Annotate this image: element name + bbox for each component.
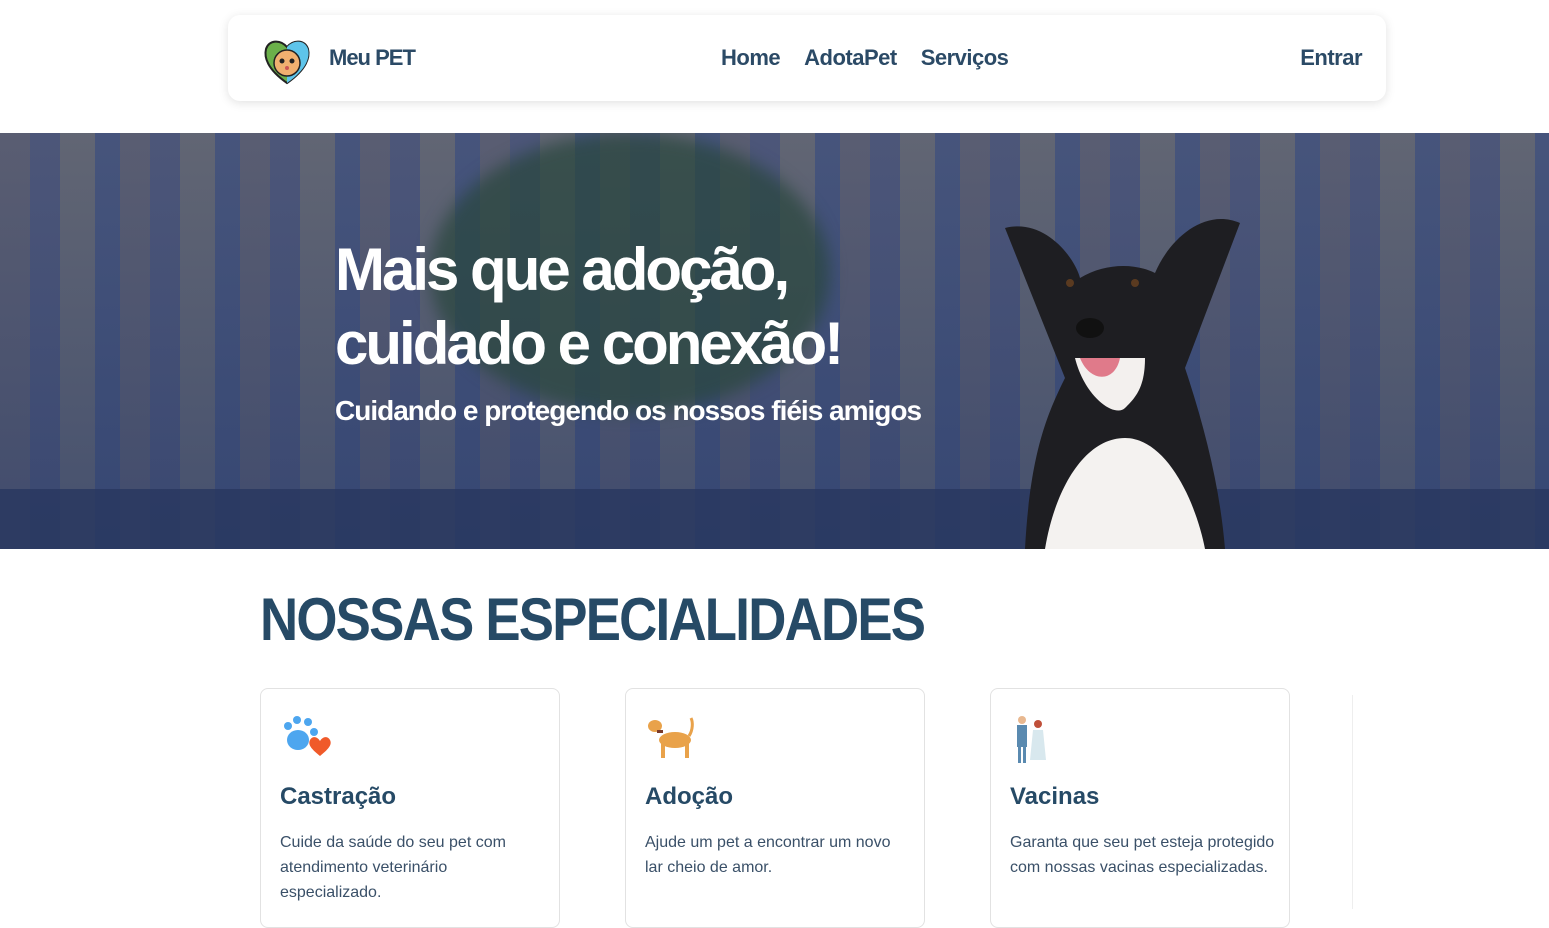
section-title: NOSSAS ESPECIALIDADES <box>260 586 926 653</box>
card-vacinas[interactable]: Vacinas Garanta que seu pet esteja prote… <box>990 688 1290 928</box>
hero-background-street <box>0 489 1549 549</box>
login-link[interactable]: Entrar <box>1300 45 1362 71</box>
card-title: Adoção <box>645 783 734 810</box>
nav-servicos[interactable]: Serviços <box>921 45 1009 71</box>
brand-name[interactable]: Meu PET <box>329 45 416 71</box>
card-title: Castração <box>280 783 397 810</box>
nav-adotapet[interactable]: AdotaPet <box>804 45 897 71</box>
next-card-edge <box>1352 695 1353 909</box>
hero-title-line1: Mais que adoção, <box>335 236 790 303</box>
card-castracao[interactable]: Castração Cuide da saúde do seu pet com … <box>260 688 560 928</box>
logo-icon[interactable] <box>262 37 312 85</box>
hero-title-line2: cuidado e conexão! <box>335 310 844 377</box>
card-title: Vacinas <box>1010 783 1100 810</box>
card-text: Cuide da saúde do seu pet com atendiment… <box>280 834 506 901</box>
hero-subtitle: Cuidando e protegendo os nossos fiéis am… <box>335 395 922 426</box>
card-text: Garanta que seu pet esteja protegido com… <box>1010 834 1275 876</box>
card-text: Ajude um pet a encontrar um novo lar che… <box>645 834 891 876</box>
hero-banner: Mais que adoção, cuidado e conexão! Cuid… <box>0 133 1549 549</box>
hero-title: Mais que adoção, cuidado e conexão! <box>335 233 844 381</box>
navbar: Meu PET Home AdotaPet Serviços Entrar <box>228 15 1386 101</box>
nav-links: Home AdotaPet Serviços <box>721 45 1009 71</box>
card-adocao[interactable]: Adoção Ajude um pet a encontrar um novo … <box>625 688 925 928</box>
paw-heart-icon <box>284 716 331 756</box>
dog-icon <box>648 717 694 758</box>
couple-icon <box>1017 716 1046 763</box>
dog-image <box>1005 219 1240 549</box>
nav-home[interactable]: Home <box>721 45 781 71</box>
